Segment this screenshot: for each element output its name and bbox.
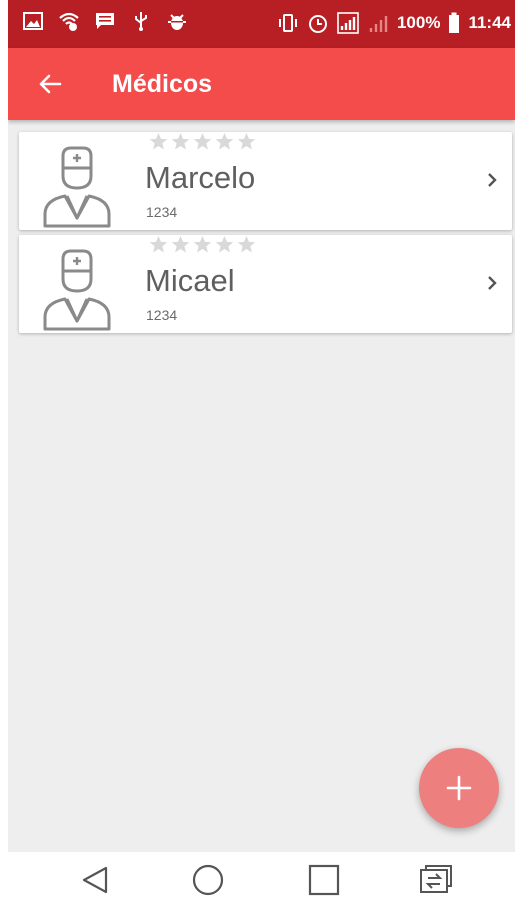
- star-icon: [171, 235, 190, 253]
- doctor-avatar-icon: [43, 249, 111, 331]
- usb-icon: [135, 12, 147, 31]
- signal-weak-icon: [369, 16, 388, 32]
- chevron-right-icon: [488, 173, 497, 187]
- rating-stars: [149, 235, 256, 254]
- clock: 11:44: [468, 13, 511, 32]
- battery-percent: 100%: [396, 13, 441, 32]
- doctor-card[interactable]: Marcelo 1234: [19, 132, 512, 230]
- system-icons: 100% 11:44: [277, 12, 511, 34]
- back-triangle-icon[interactable]: [78, 862, 114, 898]
- star-icon: [193, 235, 212, 253]
- add-doctor-button[interactable]: [419, 748, 499, 828]
- star-icon: [149, 235, 168, 253]
- doctor-list: Marcelo 1234 Micael 1234: [19, 132, 512, 338]
- doctor-name: Micael: [145, 263, 235, 298]
- star-icon: [237, 132, 256, 150]
- signal-4g-icon: [337, 12, 359, 34]
- system-nav-bar: [0, 852, 515, 902]
- doctor-code: 1234: [146, 204, 178, 220]
- plus-icon: [446, 775, 472, 801]
- doctor-name: Marcelo: [145, 160, 256, 195]
- recents-square-icon[interactable]: [306, 862, 342, 898]
- vibrate-icon: [278, 14, 297, 32]
- back-arrow-icon[interactable]: [32, 66, 68, 102]
- doctor-avatar-icon: [43, 146, 111, 228]
- star-icon: [149, 132, 168, 150]
- doctor-code: 1234: [146, 307, 178, 323]
- star-icon: [215, 235, 234, 253]
- star-icon: [171, 132, 190, 150]
- alarm-icon: [308, 15, 327, 33]
- debug-icon: [168, 14, 186, 30]
- status-bar: 100% 11:44: [8, 0, 515, 48]
- message-icon: [96, 13, 114, 29]
- notification-icons: [22, 10, 188, 32]
- app-bar: Médicos: [8, 48, 515, 120]
- gallery-icon: [23, 12, 43, 30]
- star-icon: [215, 132, 234, 150]
- chevron-right-icon: [488, 276, 497, 290]
- battery-icon: [449, 12, 460, 33]
- wifi-off-icon: [59, 12, 79, 31]
- home-circle-icon[interactable]: [190, 862, 226, 898]
- doctor-card[interactable]: Micael 1234: [19, 235, 512, 333]
- star-icon: [237, 235, 256, 253]
- switch-apps-icon[interactable]: [418, 862, 454, 898]
- rating-stars: [149, 132, 256, 151]
- page-title: Médicos: [112, 70, 213, 98]
- app-screen: 100% 11:44 Médicos Marcelo 1234 Micael 1…: [8, 0, 515, 902]
- star-icon: [193, 132, 212, 150]
